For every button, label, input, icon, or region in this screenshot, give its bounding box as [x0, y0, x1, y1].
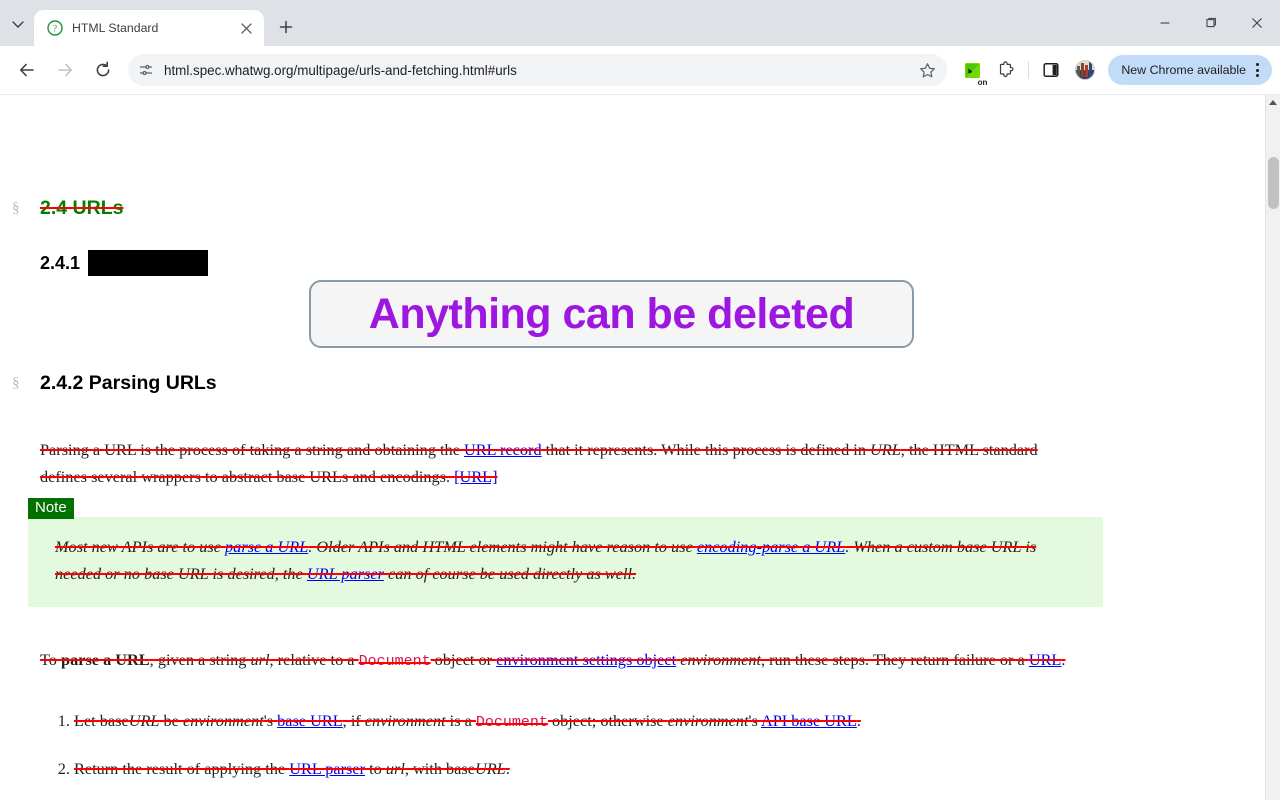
side-panel-icon [1043, 63, 1059, 77]
chrome-update-button[interactable]: New Chrome available [1108, 55, 1272, 85]
arrow-right-icon [58, 63, 72, 77]
profile-avatar[interactable] [1070, 55, 1100, 85]
code-document: Document [475, 714, 548, 731]
chrome-update-label: New Chrome available [1121, 63, 1246, 77]
reload-button[interactable] [87, 54, 119, 86]
maximize-icon [1206, 17, 1216, 28]
redaction-block [88, 250, 209, 276]
link-parse-a-url[interactable]: parse a URL [225, 537, 308, 556]
kebab-dot [1255, 68, 1259, 72]
page-viewport: § 2.4 URLs 2.4.1 Anything can be deleted… [0, 95, 1280, 800]
page-scrollbar[interactable] [1265, 95, 1280, 800]
green-extension-icon [964, 62, 980, 78]
whatwg-question-mark-icon: ? [46, 20, 63, 37]
address-bar-url[interactable]: html.spec.whatwg.org/multipage/urls-and-… [160, 63, 913, 78]
em-baseurl: URL [128, 711, 160, 730]
arrow-left-icon [20, 63, 34, 77]
heading-241-number: 2.4.1 [40, 252, 81, 273]
link-url-record[interactable]: URL record [464, 440, 542, 459]
page-heading-2-4: 2.4 URLs [40, 197, 124, 219]
anything-can-be-deleted-banner: Anything can be deleted [309, 280, 914, 348]
tab-title: HTML Standard [72, 21, 159, 35]
list-item: Let baseURL be environment's base URL, i… [74, 707, 1100, 736]
minimize-icon [1160, 22, 1170, 24]
page-heading-2-4-1: 2.4.1 [40, 250, 209, 276]
link-encoding-parse-a-url[interactable]: encoding-parse a URL [697, 537, 845, 556]
triangle-up-icon [1269, 100, 1277, 105]
note-badge: Note [28, 498, 74, 519]
em-url: URL [870, 440, 901, 460]
window-minimize-button[interactable] [1142, 7, 1188, 39]
kebab-dot [1255, 74, 1259, 77]
extensions-puzzle-icon [999, 60, 1014, 77]
paragraph-parsing-intro: Parsing a URL is the process of taking a… [40, 440, 1038, 487]
extension-on-badge: on [976, 78, 989, 87]
banner-text: Anything can be deleted [368, 289, 855, 338]
address-bar[interactable]: html.spec.whatwg.org/multipage/urls-and-… [128, 54, 948, 86]
list-item: Return the result of applying the URL pa… [74, 755, 1100, 782]
html-standard-document: § 2.4 URLs 2.4.1 Anything can be deleted… [0, 95, 1265, 800]
paragraph-parse-a-url: To parse a URL, given a string url, rela… [40, 650, 1066, 671]
link-environment-settings-object[interactable]: environment settings object [496, 650, 676, 669]
kebab-dot [1255, 63, 1259, 66]
link-api-base-url[interactable]: API base URL [761, 711, 857, 730]
svg-text:?: ? [52, 25, 56, 35]
toolbar-divider [1028, 61, 1030, 79]
page-heading-2-4-2: 2.4.2 Parsing URLs [40, 372, 217, 394]
note-text: Most new APIs are to use parse a URL. Ol… [55, 537, 1037, 583]
forward-button[interactable] [49, 54, 81, 86]
side-panel-button[interactable] [1036, 55, 1066, 85]
scrollbar-up-arrow[interactable] [1266, 95, 1280, 110]
section-anchor-24[interactable]: § [12, 200, 20, 217]
link-url-parser[interactable]: URL parser [289, 759, 365, 778]
extension-button-active[interactable]: on [957, 55, 989, 87]
extensions-puzzle-button[interactable] [991, 55, 1021, 85]
reload-icon [96, 61, 110, 77]
term-parse-a-url: parse a URL [61, 650, 150, 670]
tab-strip: ? HTML Standard [0, 0, 1280, 46]
close-icon [1252, 18, 1262, 28]
link-url-spec-ref[interactable]: [URL] [454, 467, 497, 486]
scrollbar-thumb[interactable] [1268, 157, 1279, 209]
link-base-url[interactable]: base URL [277, 711, 343, 730]
em-url-var: url [250, 650, 270, 670]
link-url[interactable]: URL [1029, 650, 1062, 669]
tab-close-icon[interactable] [236, 18, 256, 38]
link-url-parser[interactable]: URL parser [307, 564, 384, 583]
tab-html-standard[interactable]: ? HTML Standard [34, 10, 264, 46]
chevron-down-icon [12, 21, 24, 28]
section-anchor-242[interactable]: § [12, 375, 20, 392]
window-controls [1142, 0, 1280, 46]
note-block: Note Most new APIs are to use parse a UR… [28, 498, 1103, 607]
back-button[interactable] [11, 54, 43, 86]
window-maximize-button[interactable] [1188, 7, 1234, 39]
bookmark-star-icon[interactable] [913, 56, 941, 84]
parse-a-url-steps: Let baseURL be environment's base URL, i… [0, 707, 1100, 800]
note-body: Most new APIs are to use parse a URL. Ol… [28, 517, 1103, 607]
browser-menu-icon[interactable] [1246, 57, 1268, 83]
site-settings-icon[interactable] [132, 56, 160, 84]
window-close-button[interactable] [1234, 7, 1280, 39]
browser-toolbar: html.spec.whatwg.org/multipage/urls-and-… [0, 46, 1280, 95]
plus-icon [279, 20, 293, 34]
em-environment: environment [680, 650, 761, 670]
browser-window: ? HTML Standard html.spec.whatwg.org/mul… [0, 0, 1280, 800]
avatar-icon [1075, 60, 1096, 80]
new-tab-button[interactable] [272, 13, 300, 41]
code-document: Document [358, 653, 431, 671]
tab-search-button[interactable] [4, 10, 32, 38]
